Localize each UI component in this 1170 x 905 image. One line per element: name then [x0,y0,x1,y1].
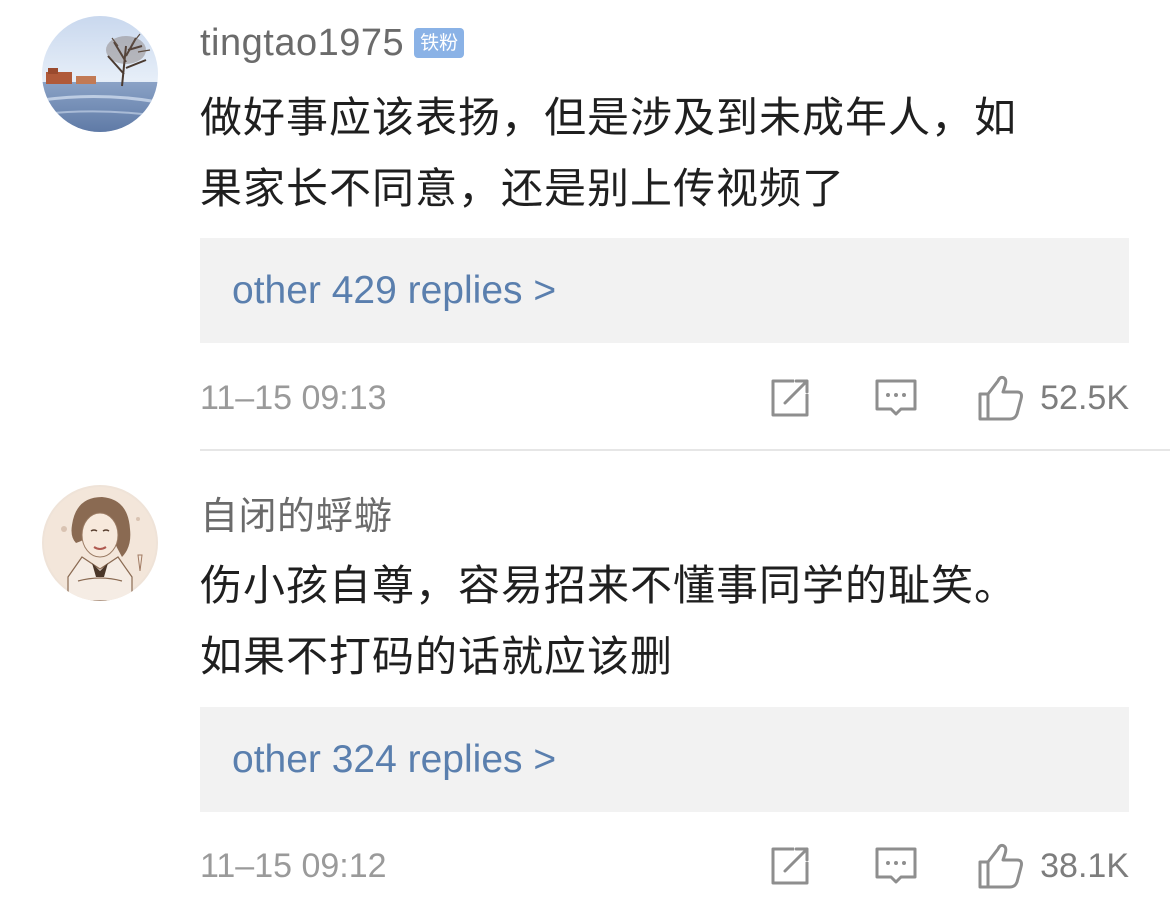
timestamp: 11–15 09:13 [200,378,387,417]
comment-text-line: 伤小孩自尊，容易招来不懂事同学的耻笑。 [200,561,1018,610]
comment-text-line: 如果不打码的话就应该删 [200,632,674,681]
share-button[interactable] [768,844,812,888]
like-icon [978,843,1024,889]
replies-link[interactable]: other 324 replies > [232,738,556,782]
like-count: 38.1K [1040,846,1129,885]
replies-button[interactable]: other 429 replies > [200,238,1129,343]
comment-list-screen: { "comments": [ { "username": "tingtao19… [0,0,1170,905]
comment-icon [875,847,917,884]
like-count: 52.5K [1040,378,1129,417]
like-button[interactable]: 52.5K [976,373,1129,423]
share-icon [771,847,809,885]
reply-button[interactable] [874,376,918,420]
comment-item: 自闭的蜉蝣 伤小孩自尊，容易招来不懂事同学的耻笑。 如果不打码的话就应该删 ot… [0,452,1170,905]
comment-footer: 11–15 09:12 38.1K [200,841,1129,891]
fan-badge: 铁粉 [414,28,465,58]
replies-button[interactable]: other 324 replies > [200,707,1129,812]
share-icon [771,379,809,417]
like-icon [978,375,1024,421]
comment-footer: 11–15 09:13 52.5K [200,373,1129,423]
winter-landscape-avatar-image [42,16,158,132]
comment-icon [875,379,917,416]
avatar[interactable] [42,485,158,601]
comment-text: 做好事应该表扬，但是涉及到未成年人，如 果家长不同意，还是别上传视频了 [200,82,1120,224]
timestamp: 11–15 09:12 [200,846,387,885]
divider [200,449,1170,451]
comment-text: 伤小孩自尊，容易招来不懂事同学的耻笑。 如果不打码的话就应该删 [200,550,1120,692]
sketched-girl-avatar-image [42,485,158,601]
username-row: 自闭的蜉蝣 [200,486,393,538]
reply-button[interactable] [874,844,918,888]
username[interactable]: tingtao1975 [200,22,404,65]
like-button[interactable]: 38.1K [976,841,1129,891]
avatar[interactable] [42,16,158,132]
share-button[interactable] [768,376,812,420]
username-row: tingtao1975 铁粉 [200,17,465,69]
replies-link[interactable]: other 429 replies > [232,269,556,313]
username[interactable]: 自闭的蜉蝣 [200,485,393,540]
comment-item: tingtao1975 铁粉 做好事应该表扬，但是涉及到未成年人，如 果家长不同… [0,0,1170,452]
comment-text-line: 果家长不同意，还是别上传视频了 [200,164,846,213]
comment-text-line: 做好事应该表扬，但是涉及到未成年人，如 [200,93,1018,142]
